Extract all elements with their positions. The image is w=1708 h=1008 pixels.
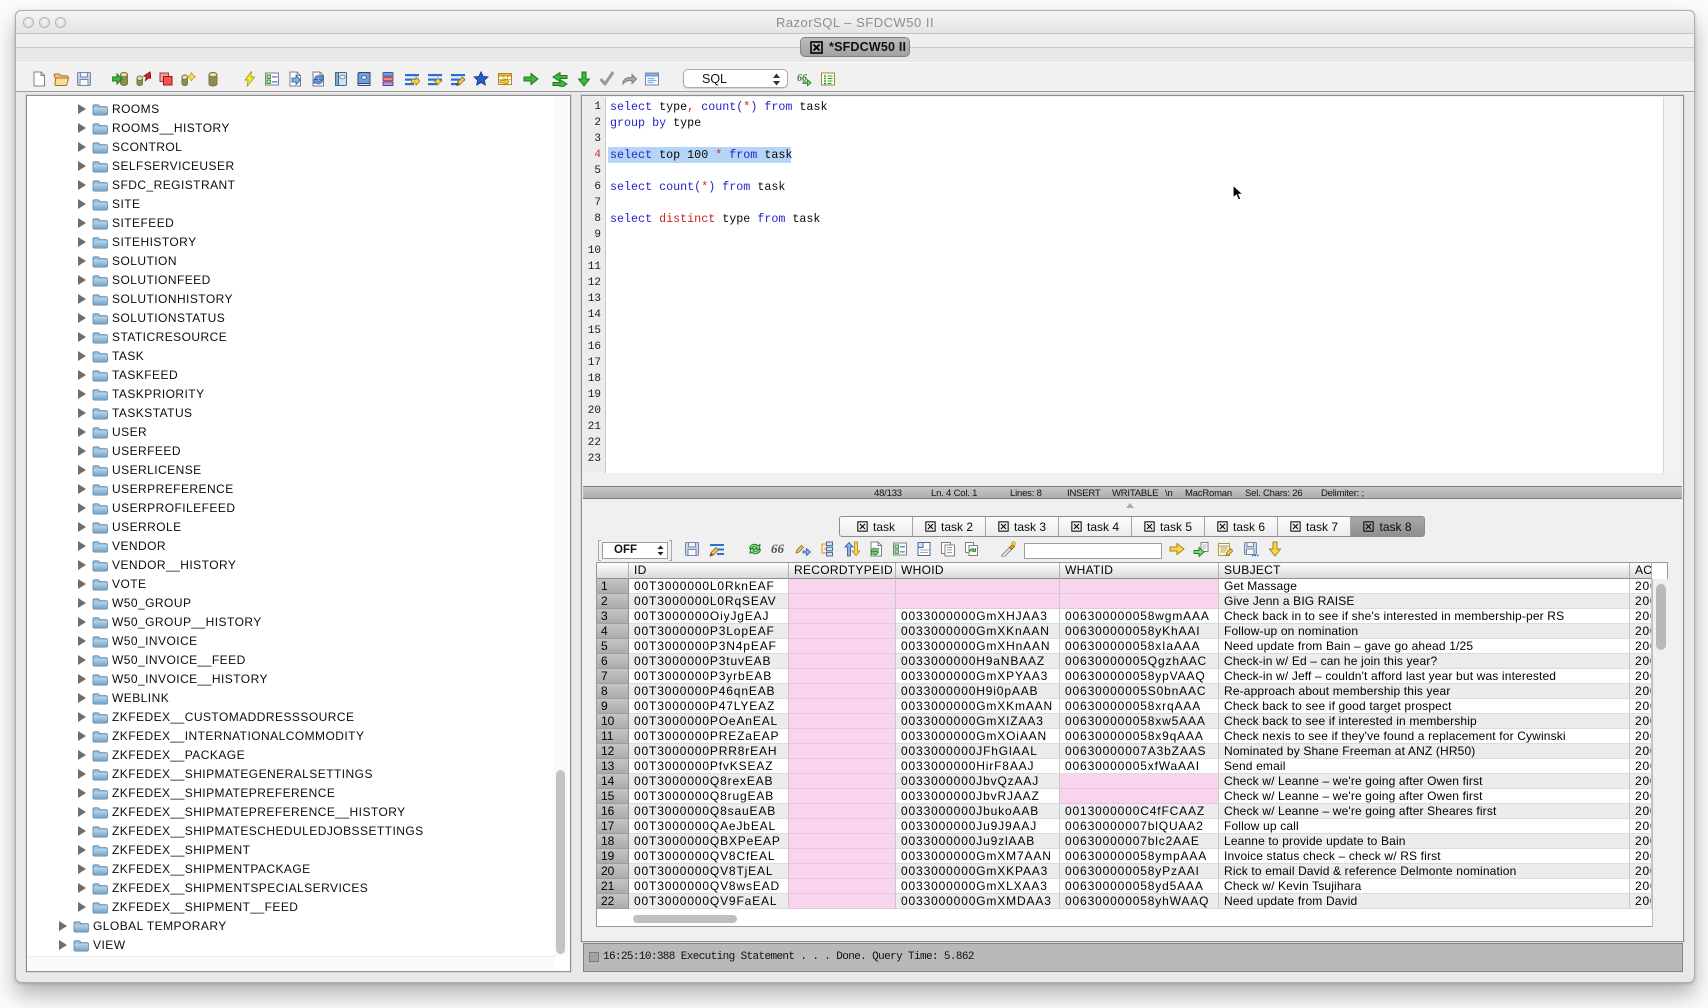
svg-text:66: 66 (771, 541, 785, 556)
